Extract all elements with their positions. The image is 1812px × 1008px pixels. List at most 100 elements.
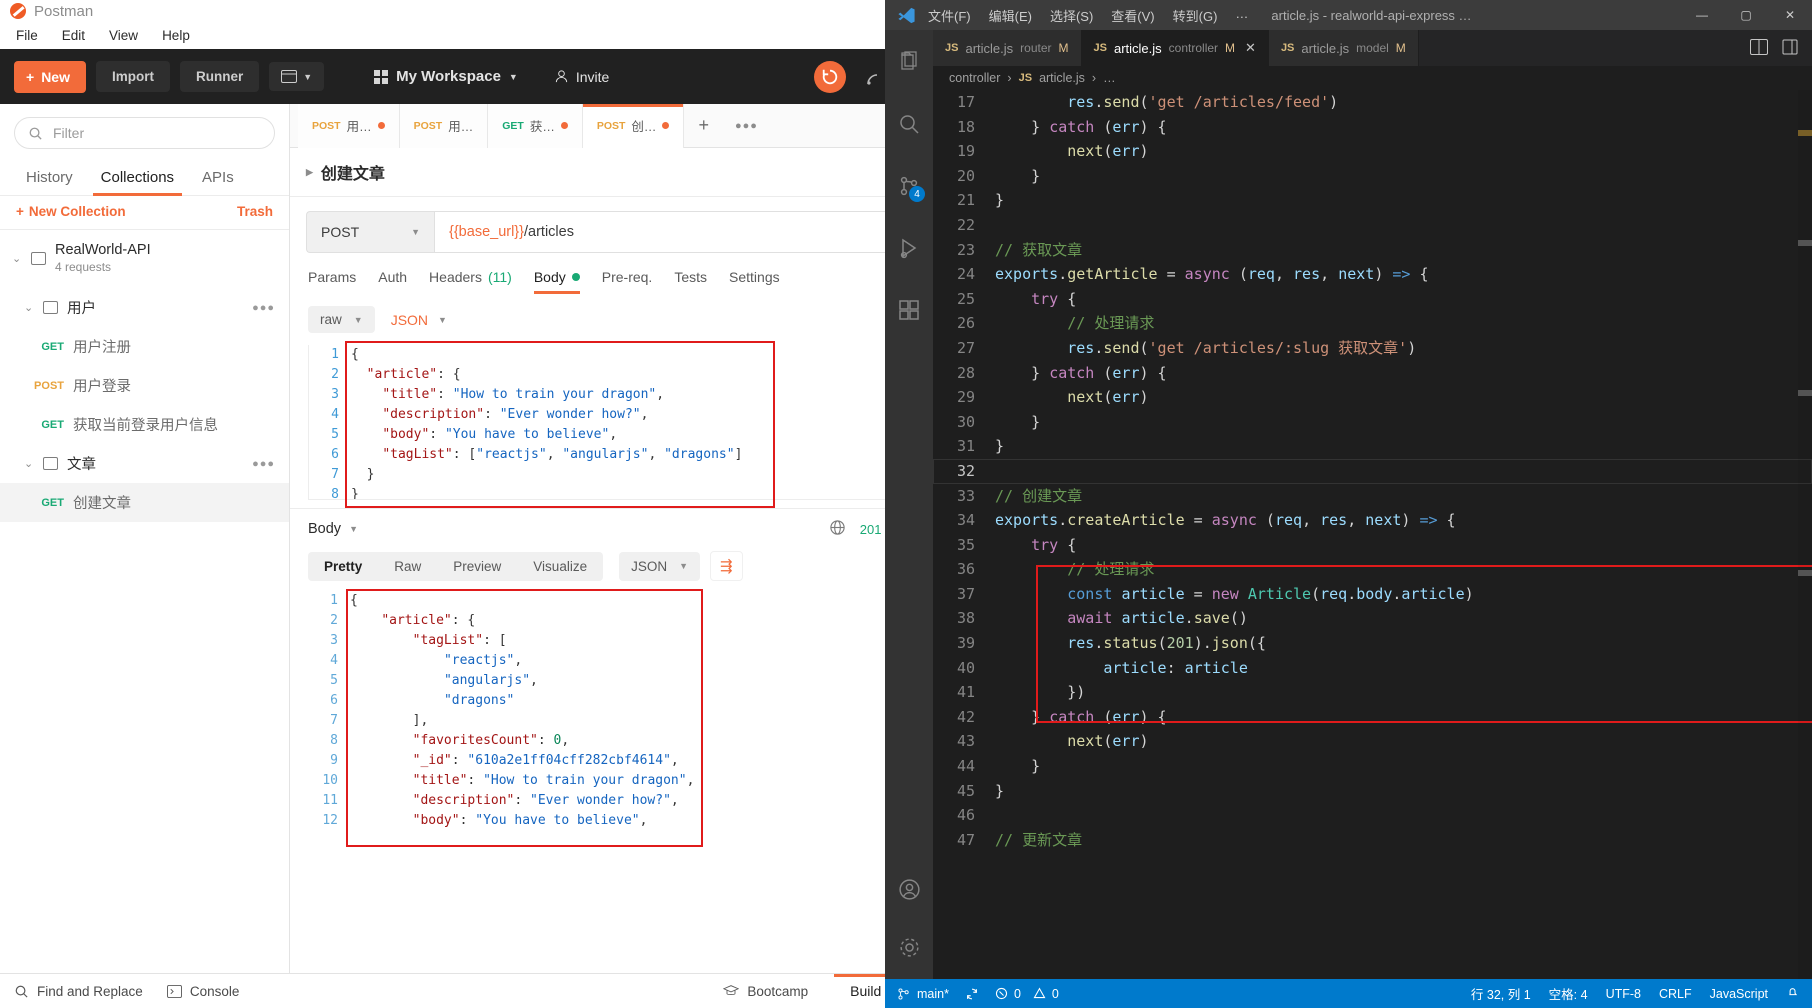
explorer-icon[interactable] — [885, 40, 933, 84]
vs-menu-view[interactable]: 查看(V) — [1102, 2, 1163, 29]
activity-bar-bottom — [885, 867, 933, 979]
vs-menu-selection[interactable]: 选择(S) — [1041, 2, 1102, 29]
editor-scrollbar[interactable] — [1798, 90, 1812, 979]
chevron-right-icon[interactable]: ▶ — [306, 167, 313, 178]
menu-view[interactable]: View — [99, 25, 148, 46]
response-tab-pretty[interactable]: Pretty — [308, 552, 378, 581]
editor-tab-router[interactable]: JS article.js router M — [933, 30, 1082, 66]
sidebar-tab-apis[interactable]: APIs — [188, 162, 248, 195]
more-actions-icon[interactable] — [1782, 39, 1798, 58]
cursor-position[interactable]: 行 32, 列 1 — [1471, 984, 1531, 1003]
app-title: Postman — [34, 2, 94, 20]
tab-tests[interactable]: Tests — [674, 269, 707, 294]
split-editor-icon[interactable] — [1750, 38, 1768, 58]
collection-row-realworld-api[interactable]: ⌄ RealWorld-API 4 requests — [0, 230, 289, 288]
wrap-lines-icon[interactable]: ⇶ — [710, 551, 743, 581]
request-tab-2[interactable]: POST 用… — [399, 103, 489, 148]
vs-menu-overflow[interactable]: … — [1226, 2, 1257, 29]
request-tab-3[interactable]: GET 获… — [488, 103, 583, 148]
account-icon[interactable] — [885, 867, 933, 911]
maximize-button[interactable]: ▢ — [1724, 0, 1768, 30]
breadcrumb-folder[interactable]: controller — [949, 71, 1000, 85]
body-mode-select[interactable]: raw ▼ — [308, 306, 375, 333]
close-icon[interactable]: ✕ — [1245, 40, 1256, 56]
sidebar-tab-collections[interactable]: Collections — [87, 162, 188, 196]
folder-more-icon[interactable]: ●●● — [252, 302, 275, 314]
new-collection-button[interactable]: + New Collection — [16, 204, 126, 219]
vs-menu-go[interactable]: 转到(G) — [1164, 2, 1227, 29]
vs-menu-file[interactable]: 文件(F) — [919, 2, 980, 29]
response-tab-visualize[interactable]: Visualize — [517, 552, 603, 581]
console-label: Console — [189, 983, 240, 999]
import-button[interactable]: Import — [95, 61, 170, 92]
folder-row-articles[interactable]: ⌄ 文章 ●●● — [0, 444, 289, 483]
menu-file[interactable]: File — [6, 25, 48, 46]
response-body-select[interactable]: Body ▼ — [308, 521, 358, 537]
bell-icon[interactable] — [1786, 985, 1800, 1002]
editor-tab-model[interactable]: JS article.js model M — [1268, 30, 1419, 66]
tab-options-icon[interactable]: ●●● — [723, 120, 770, 132]
satellite-icon[interactable] — [864, 66, 886, 88]
tab-auth[interactable]: Auth — [378, 269, 407, 294]
run-debug-icon[interactable] — [885, 226, 933, 270]
invite-button[interactable]: Invite — [554, 69, 609, 85]
code-editor[interactable]: 17 res.send('get /articles/feed') 18 } ca… — [933, 90, 1812, 979]
body-format-select[interactable]: JSON ▼ — [391, 312, 447, 328]
minimize-button[interactable]: — — [1680, 0, 1724, 30]
response-tab-preview[interactable]: Preview — [437, 552, 517, 581]
tab-prereq[interactable]: Pre-req. — [602, 269, 653, 294]
search-icon[interactable] — [885, 102, 933, 146]
indentation[interactable]: 空格: 4 — [1549, 984, 1588, 1003]
overview-marker — [1798, 390, 1812, 396]
breadcrumb-symbol[interactable]: … — [1103, 71, 1116, 85]
trash-button[interactable]: Trash — [237, 204, 273, 219]
source-control-icon[interactable]: 4 — [885, 164, 933, 208]
problems-indicator[interactable]: 0 0 — [995, 987, 1059, 1001]
new-tab-button[interactable]: + — [684, 115, 723, 136]
extensions-icon[interactable] — [885, 288, 933, 332]
chevron-down-icon[interactable]: ⌄ — [24, 457, 34, 470]
line-number: 7 — [331, 467, 339, 482]
tab-params[interactable]: Params — [308, 269, 356, 294]
sidebar-tab-history[interactable]: History — [12, 162, 87, 195]
line-ending[interactable]: CRLF — [1659, 987, 1692, 1001]
http-method-select[interactable]: POST ▼ — [306, 211, 434, 253]
bootcamp-button[interactable]: Bootcamp — [707, 984, 824, 999]
response-format-select[interactable]: JSON ▼ — [619, 551, 701, 581]
settings-gear-icon[interactable] — [885, 925, 933, 969]
request-row-user-login[interactable]: POST 用户登录 — [0, 366, 289, 405]
editor-tab-controller[interactable]: JS article.js controller M ✕ — [1081, 30, 1269, 66]
runner-button[interactable]: Runner — [179, 61, 260, 92]
chevron-down-icon[interactable]: ⌄ — [12, 252, 22, 265]
request-tab-1[interactable]: POST 用… — [298, 103, 400, 148]
breadcrumb-file[interactable]: article.js — [1039, 71, 1085, 85]
request-row-current-user[interactable]: GET 获取当前登录用户信息 — [0, 405, 289, 444]
tab-settings[interactable]: Settings — [729, 269, 780, 294]
url-input[interactable]: {{base_url}}/articles — [434, 211, 906, 253]
request-row-user-register[interactable]: GET 用户注册 — [0, 327, 289, 366]
menu-help[interactable]: Help — [152, 25, 200, 46]
chevron-down-icon[interactable]: ⌄ — [24, 301, 34, 314]
close-button[interactable]: ✕ — [1768, 0, 1812, 30]
new-window-button[interactable]: ▼ — [269, 62, 325, 91]
tab-body[interactable]: Body — [533, 269, 580, 294]
new-button[interactable]: + New — [14, 60, 86, 93]
folder-row-users[interactable]: ⌄ 用户 ●●● — [0, 288, 289, 327]
folder-more-icon[interactable]: ●●● — [252, 458, 275, 470]
filter-input[interactable]: Filter — [14, 117, 275, 149]
request-tab-4[interactable]: POST 创… — [582, 103, 685, 148]
vs-menu-edit[interactable]: 编辑(E) — [980, 2, 1041, 29]
editor-tab-name: article.js — [1301, 40, 1350, 56]
request-row-create-article[interactable]: GET 创建文章 — [0, 483, 289, 522]
response-tab-raw[interactable]: Raw — [378, 552, 437, 581]
menu-edit[interactable]: Edit — [52, 25, 95, 46]
branch-indicator[interactable]: main* — [897, 987, 949, 1001]
tab-headers[interactable]: Headers (11) — [429, 269, 512, 294]
console-button[interactable]: Console — [166, 983, 240, 999]
encoding[interactable]: UTF-8 — [1606, 987, 1641, 1001]
find-and-replace-button[interactable]: Find and Replace — [14, 984, 143, 999]
language-mode[interactable]: JavaScript — [1710, 987, 1768, 1001]
workspace-selector[interactable]: My Workspace ▼ — [374, 68, 518, 85]
sync-status-icon[interactable] — [814, 60, 846, 93]
sync-indicator[interactable] — [965, 987, 979, 1001]
